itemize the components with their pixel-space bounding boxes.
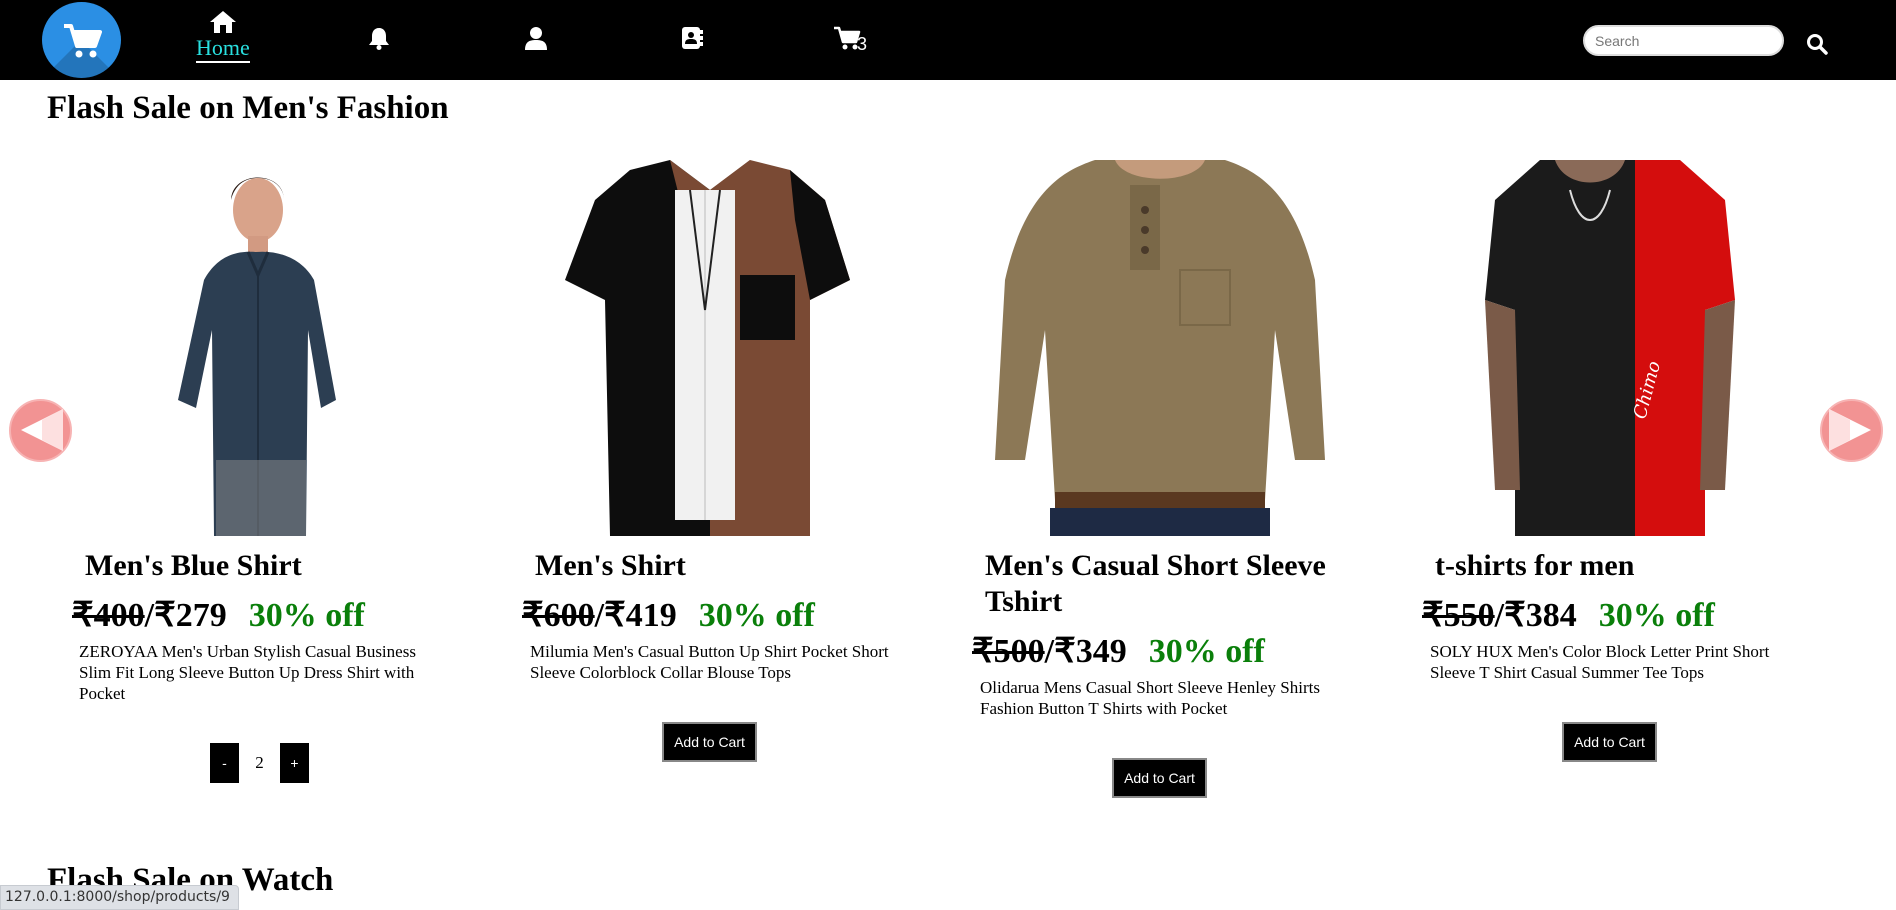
product-image[interactable] — [995, 160, 1325, 536]
carousel-prev-button[interactable] — [9, 399, 72, 462]
new-price: /₹349 — [1044, 633, 1127, 670]
arrow-left-icon — [21, 409, 63, 451]
section-title: Flash Sale on Men's Fashion — [47, 90, 449, 126]
price-row: ₹400/₹279 30% off — [72, 595, 365, 635]
new-price: /₹419 — [594, 597, 677, 634]
product-image[interactable] — [156, 160, 366, 536]
bell-icon — [369, 28, 389, 50]
old-price: ₹500 — [972, 633, 1045, 670]
discount-label: 30% off — [248, 597, 365, 634]
discount-label: 30% off — [1598, 597, 1715, 634]
product-description: Olidarua Mens Casual Short Sleeve Henley… — [980, 678, 1320, 718]
search-button[interactable] — [1806, 33, 1828, 58]
arrow-right-icon — [1829, 409, 1871, 451]
add-to-cart-button[interactable]: Add to Cart — [1112, 758, 1207, 798]
search-input[interactable] — [1583, 25, 1784, 56]
add-to-cart-button[interactable]: Add to Cart — [662, 722, 757, 762]
add-to-cart-button[interactable]: Add to Cart — [1562, 722, 1657, 762]
old-price: ₹600 — [522, 597, 595, 634]
quantity-stepper: - 2 + — [210, 743, 309, 783]
product-image[interactable]: Chimo — [1485, 160, 1735, 536]
quantity-value: 2 — [255, 753, 264, 772]
product-name[interactable]: Men's Shirt — [535, 548, 915, 584]
nav-account[interactable] — [524, 26, 548, 55]
nav-home-label: Home — [196, 36, 250, 63]
product-name[interactable]: Men's Blue Shirt — [85, 548, 465, 584]
new-price: /₹279 — [144, 597, 227, 634]
price-row: ₹600/₹419 30% off — [522, 595, 815, 635]
increase-quantity-button[interactable]: + — [280, 743, 309, 783]
discount-label: 30% off — [1148, 633, 1265, 670]
contact-book-icon — [682, 27, 703, 49]
old-price: ₹400 — [72, 597, 145, 634]
product-name[interactable]: Men's Casual Short Sleeve Tshirt — [985, 548, 1365, 620]
navbar: Home 3 — [0, 0, 1896, 80]
home-icon — [209, 11, 236, 33]
status-bar-url: 127.0.0.1:8000/shop/products/9 — [0, 885, 239, 910]
search-icon — [1807, 34, 1828, 55]
nav-notifications[interactable] — [368, 26, 390, 55]
decrease-quantity-button[interactable]: - — [210, 743, 239, 783]
discount-label: 30% off — [698, 597, 815, 634]
product-name[interactable]: t-shirts for men — [1435, 548, 1815, 584]
carousel-next-button[interactable] — [1820, 399, 1883, 462]
old-price: ₹550 — [1422, 597, 1495, 634]
price-row: ₹500/₹349 30% off — [972, 631, 1265, 671]
cart-count-badge: 3 — [857, 34, 868, 54]
new-price: /₹384 — [1494, 597, 1577, 634]
cart-icon — [64, 24, 102, 58]
product-description: Milumia Men's Casual Button Up Shirt Poc… — [530, 642, 889, 682]
logo[interactable] — [42, 2, 121, 78]
product-description: SOLY HUX Men's Color Block Letter Print … — [1430, 642, 1770, 682]
product-image[interactable] — [560, 160, 860, 536]
nav-home[interactable]: Home — [196, 10, 250, 63]
user-icon — [525, 27, 547, 50]
nav-contacts[interactable] — [681, 26, 703, 55]
price-row: ₹550/₹384 30% off — [1422, 595, 1715, 635]
product-description: ZEROYAA Men's Urban Stylish Casual Busin… — [79, 642, 416, 703]
